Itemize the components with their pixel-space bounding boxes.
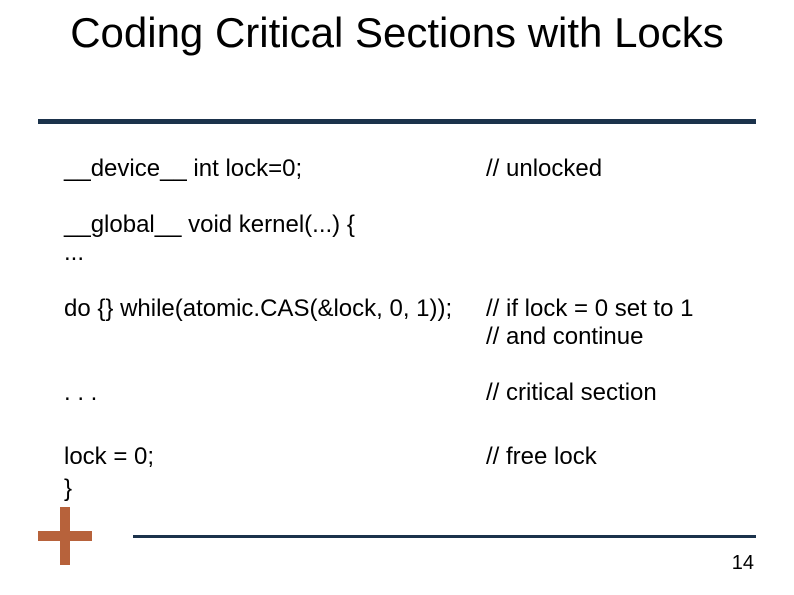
code-text: lock = 0; <box>64 443 486 471</box>
title-decor-box <box>694 63 756 121</box>
code-text: do {} while(atomic.CAS(&lock, 0, 1)); <box>64 295 486 323</box>
title-rule <box>38 119 756 147</box>
code-row: __global__ void kernel(...) { <box>64 211 764 239</box>
title-horizontal-rule <box>38 119 756 124</box>
spacer <box>64 351 764 379</box>
code-row: __device__ int lock=0; // unlocked <box>64 155 764 183</box>
code-comment: // critical section <box>486 379 764 407</box>
slide-body: __device__ int lock=0; // unlocked __glo… <box>64 155 764 503</box>
code-row: } <box>64 475 764 503</box>
spacer <box>64 267 764 295</box>
footer-horizontal-rule <box>133 535 756 538</box>
code-row: ... <box>64 239 764 267</box>
code-row: do {} while(atomic.CAS(&lock, 0, 1)); //… <box>64 295 764 323</box>
spacer <box>64 183 764 211</box>
code-text: } <box>64 475 486 503</box>
footer-cross-horizontal <box>38 531 92 541</box>
slide: Coding Critical Sections with Locks __de… <box>0 0 794 595</box>
code-comment: // if lock = 0 set to 1 <box>486 295 764 323</box>
code-comment: // unlocked <box>486 155 764 183</box>
code-text: ... <box>64 239 486 267</box>
spacer <box>64 407 764 443</box>
code-row: lock = 0; // free lock <box>64 443 764 471</box>
code-text: . . . <box>64 379 486 407</box>
code-row: // and continue <box>64 323 764 351</box>
footer-decoration <box>38 535 756 565</box>
code-comment: // and continue <box>486 323 764 351</box>
slide-number: 14 <box>732 552 754 575</box>
slide-title: Coding Critical Sections with Locks <box>0 10 794 55</box>
code-text: __device__ int lock=0; <box>64 155 486 183</box>
code-comment: // free lock <box>486 443 764 471</box>
code-text: __global__ void kernel(...) { <box>64 211 486 239</box>
code-row: . . . // critical section <box>64 379 764 407</box>
